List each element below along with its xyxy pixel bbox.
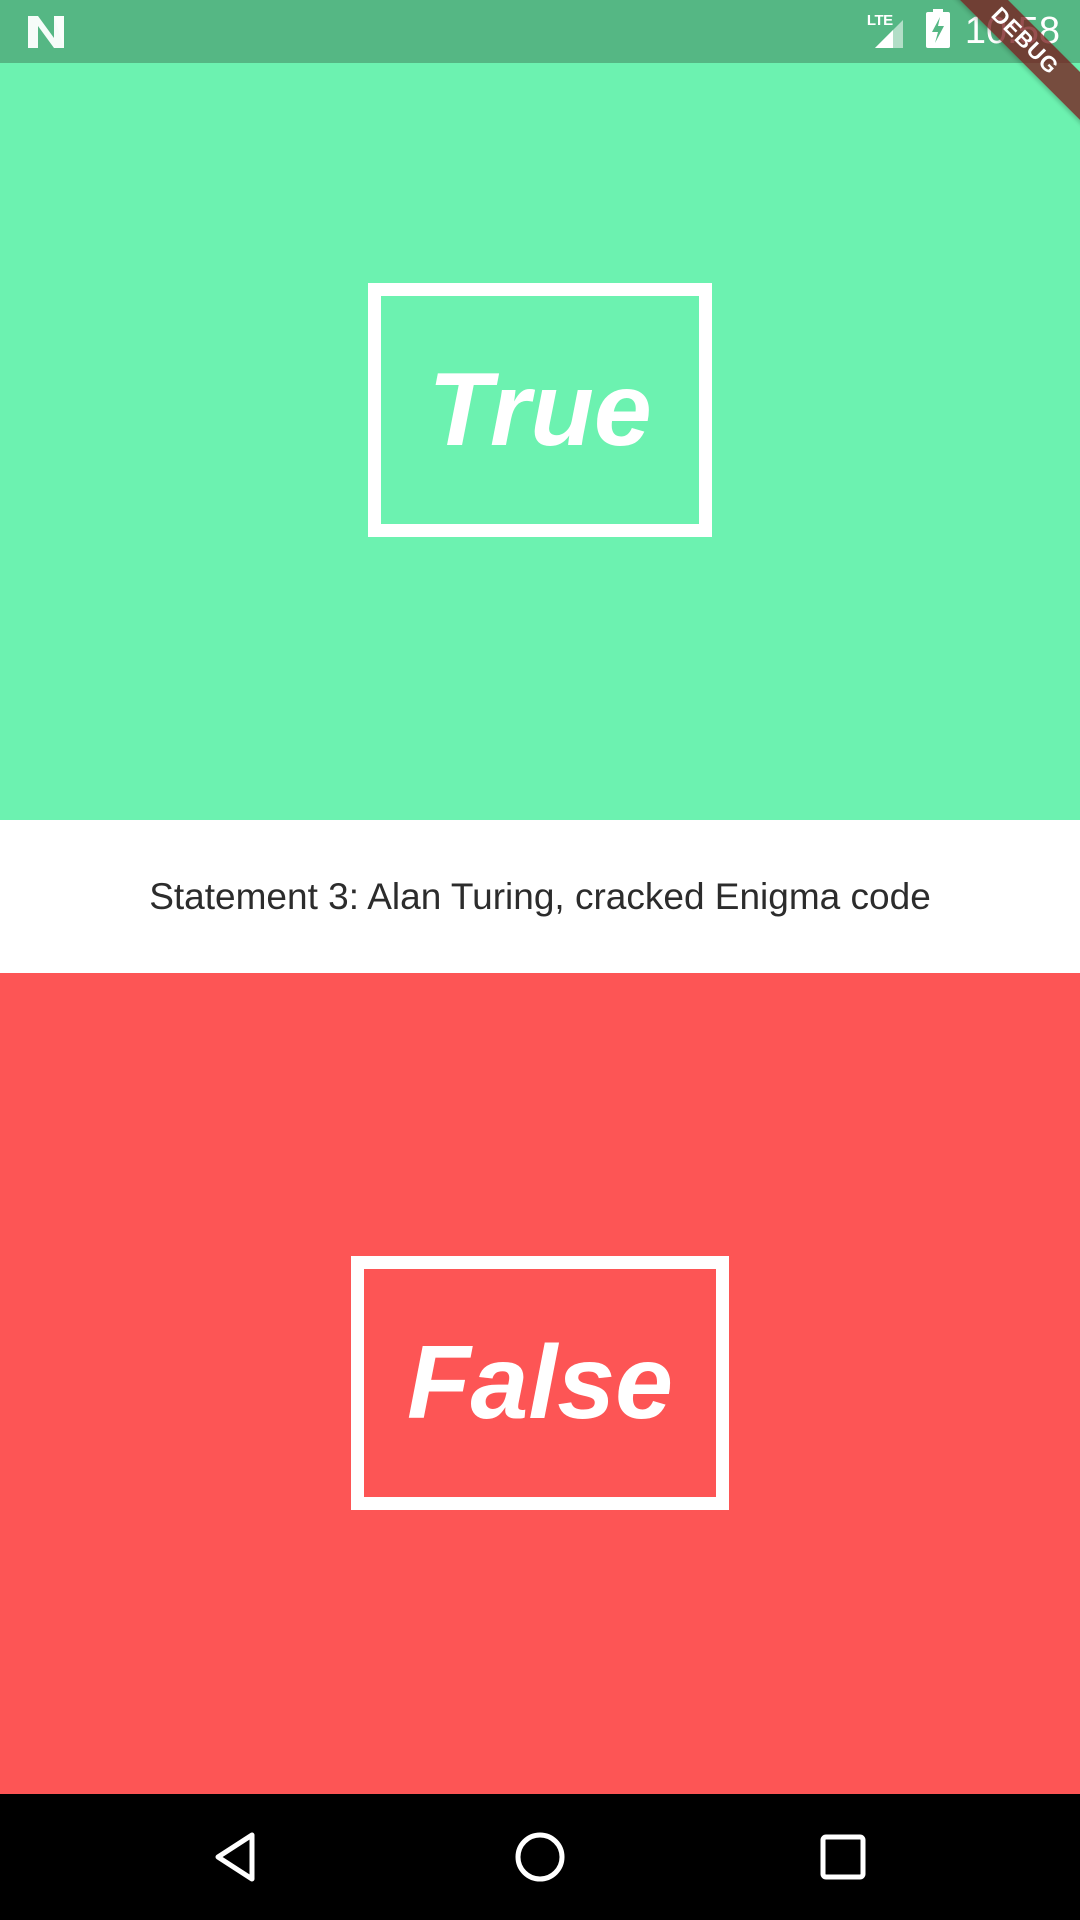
- app-screen: LTE 10:58 DEBUG True Statement 3:: [0, 0, 1080, 1920]
- false-label-frame: False: [351, 1256, 729, 1510]
- recents-icon[interactable]: [813, 1827, 873, 1887]
- navigation-bar: [0, 1794, 1080, 1920]
- back-icon[interactable]: [206, 1827, 266, 1887]
- true-label: True: [428, 351, 652, 468]
- home-icon[interactable]: [510, 1827, 570, 1887]
- n-logo-icon: [26, 12, 66, 52]
- statement-text: Statement 3: Alan Turing, cracked Enigma…: [149, 875, 931, 917]
- statement-panel: Statement 3: Alan Turing, cracked Enigma…: [0, 820, 1080, 973]
- false-label: False: [407, 1324, 673, 1441]
- true-label-frame: True: [368, 283, 712, 537]
- signal-icon: LTE: [867, 12, 911, 52]
- true-button[interactable]: True: [0, 63, 1080, 820]
- false-button[interactable]: False: [0, 973, 1080, 1794]
- status-bar: LTE 10:58: [0, 0, 1080, 63]
- battery-charging-icon: [925, 9, 951, 54]
